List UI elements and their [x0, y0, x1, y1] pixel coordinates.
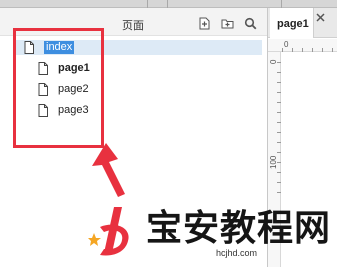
- ruler-tick: [277, 132, 281, 133]
- close-icon[interactable]: [316, 13, 325, 22]
- ruler-tick: [332, 48, 333, 52]
- ruler-tick: [277, 122, 281, 123]
- ruler-tick: [277, 172, 281, 173]
- ruler-tick: [292, 48, 293, 52]
- ruler-tick: [302, 48, 303, 52]
- ruler-tick: [282, 48, 283, 52]
- ruler-tick: [277, 72, 281, 73]
- ruler-tick: [277, 102, 281, 103]
- tab-page1[interactable]: page1: [270, 8, 314, 38]
- ruler-tick: [322, 48, 323, 52]
- watermark-url: hcjhd.com: [216, 248, 258, 258]
- ruler-tick: [277, 112, 281, 113]
- tab-label: page1: [277, 18, 309, 30]
- ruler-tick: [277, 192, 281, 193]
- watermark-brand: 宝安教程网: [146, 207, 332, 249]
- ruler-tick: [277, 92, 281, 93]
- ruler-tick: [277, 162, 281, 163]
- watermark-logo: [88, 207, 129, 256]
- editor-tab-bar: page1: [268, 8, 337, 38]
- ruler-tick: [277, 62, 281, 63]
- ruler-number: 0: [284, 40, 289, 49]
- ruler-tick: [277, 152, 281, 153]
- ruler-tick: [277, 182, 281, 183]
- ruler-tick: [312, 48, 313, 52]
- ruler-tick: [277, 82, 281, 83]
- ruler-tick: [277, 142, 281, 143]
